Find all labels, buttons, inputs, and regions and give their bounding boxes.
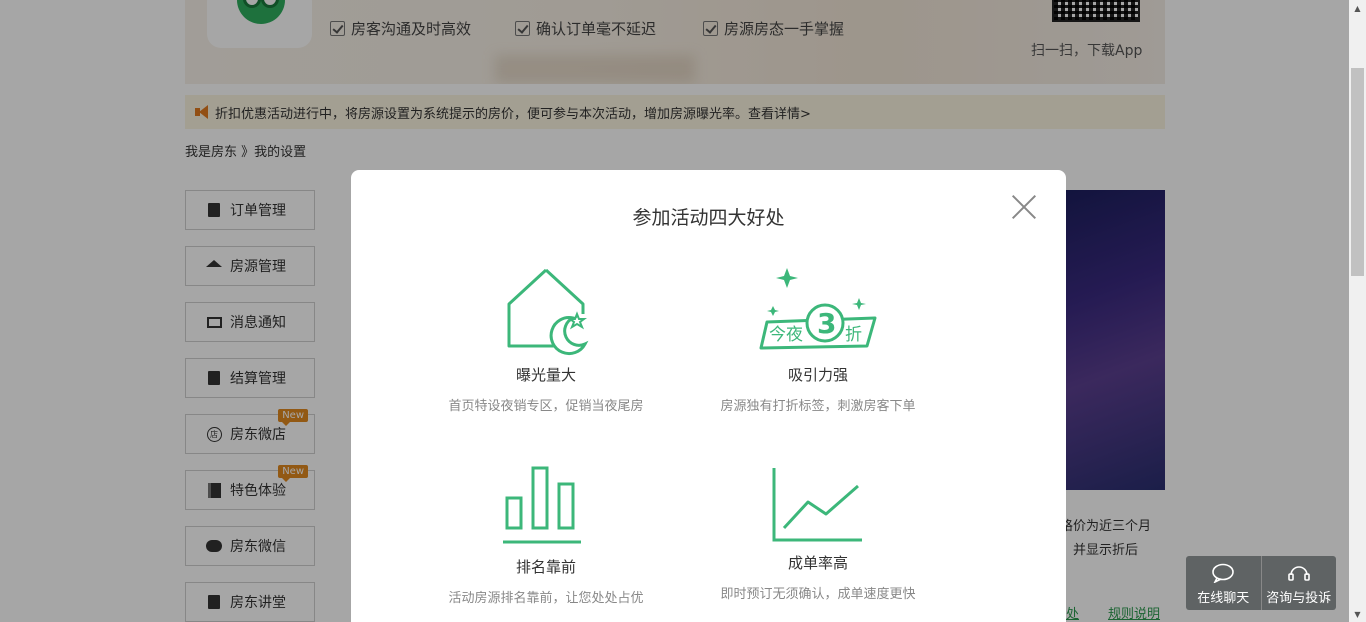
- house-moon-icon: [507, 268, 589, 356]
- benefit-title: 成单率高: [787, 554, 848, 572]
- scroll-up-icon[interactable]: ▲: [1349, 0, 1366, 16]
- support-widget: 在线聊天 咨询与投诉: [1186, 556, 1336, 610]
- tag-text-right: 折: [845, 325, 862, 345]
- benefit-title: 排名靠前: [515, 558, 576, 576]
- benefit-desc: 房源独有打折标签，刺激房客下单: [720, 399, 916, 414]
- modal-title: 参加活动四大好处: [632, 207, 785, 229]
- benefit-title: 吸引力强: [787, 366, 848, 384]
- tag-text-left: 今夜: [769, 325, 803, 345]
- online-chat-button[interactable]: 在线聊天: [1186, 556, 1261, 610]
- page-scrollbar[interactable]: ▲ ▼: [1349, 0, 1366, 622]
- chat-bubble-icon: [1212, 563, 1235, 583]
- benefit-ranking: 排名靠前 活动房源排名靠前，让您处处占优: [416, 466, 676, 606]
- benefit-desc: 首页特设夜销专区，促销当夜尾房: [448, 399, 644, 414]
- discount-tag-icon: 今夜 3 折: [759, 268, 877, 350]
- tag-number: 3: [817, 307, 836, 340]
- benefit-conversion: 成单率高 即时预订无须确认，成单速度更快: [688, 466, 948, 602]
- consult-complaint-button[interactable]: 咨询与投诉: [1260, 556, 1337, 610]
- scroll-thumb[interactable]: [1351, 68, 1364, 276]
- benefit-desc: 活动房源排名靠前，让您处处占优: [448, 591, 644, 606]
- line-chart-icon: [772, 468, 862, 542]
- benefit-attraction: 今夜 3 折 吸引力强 房源独有打折标签，刺激房客下单: [688, 266, 948, 414]
- benefits-modal: 参加活动四大好处 曝光量大 首页特设夜销专区，促销当夜尾房 今夜 3 折 吸引力…: [351, 170, 1066, 622]
- benefit-title: 曝光量大: [515, 366, 576, 384]
- benefit-desc: 即时预订无须确认，成单速度更快: [720, 587, 916, 602]
- scroll-down-icon[interactable]: ▼: [1349, 606, 1366, 622]
- benefit-exposure: 曝光量大 首页特设夜销专区，促销当夜尾房: [416, 266, 676, 414]
- headset-icon: [1287, 566, 1310, 581]
- bar-chart-icon: [503, 466, 581, 544]
- close-icon[interactable]: [1011, 194, 1037, 220]
